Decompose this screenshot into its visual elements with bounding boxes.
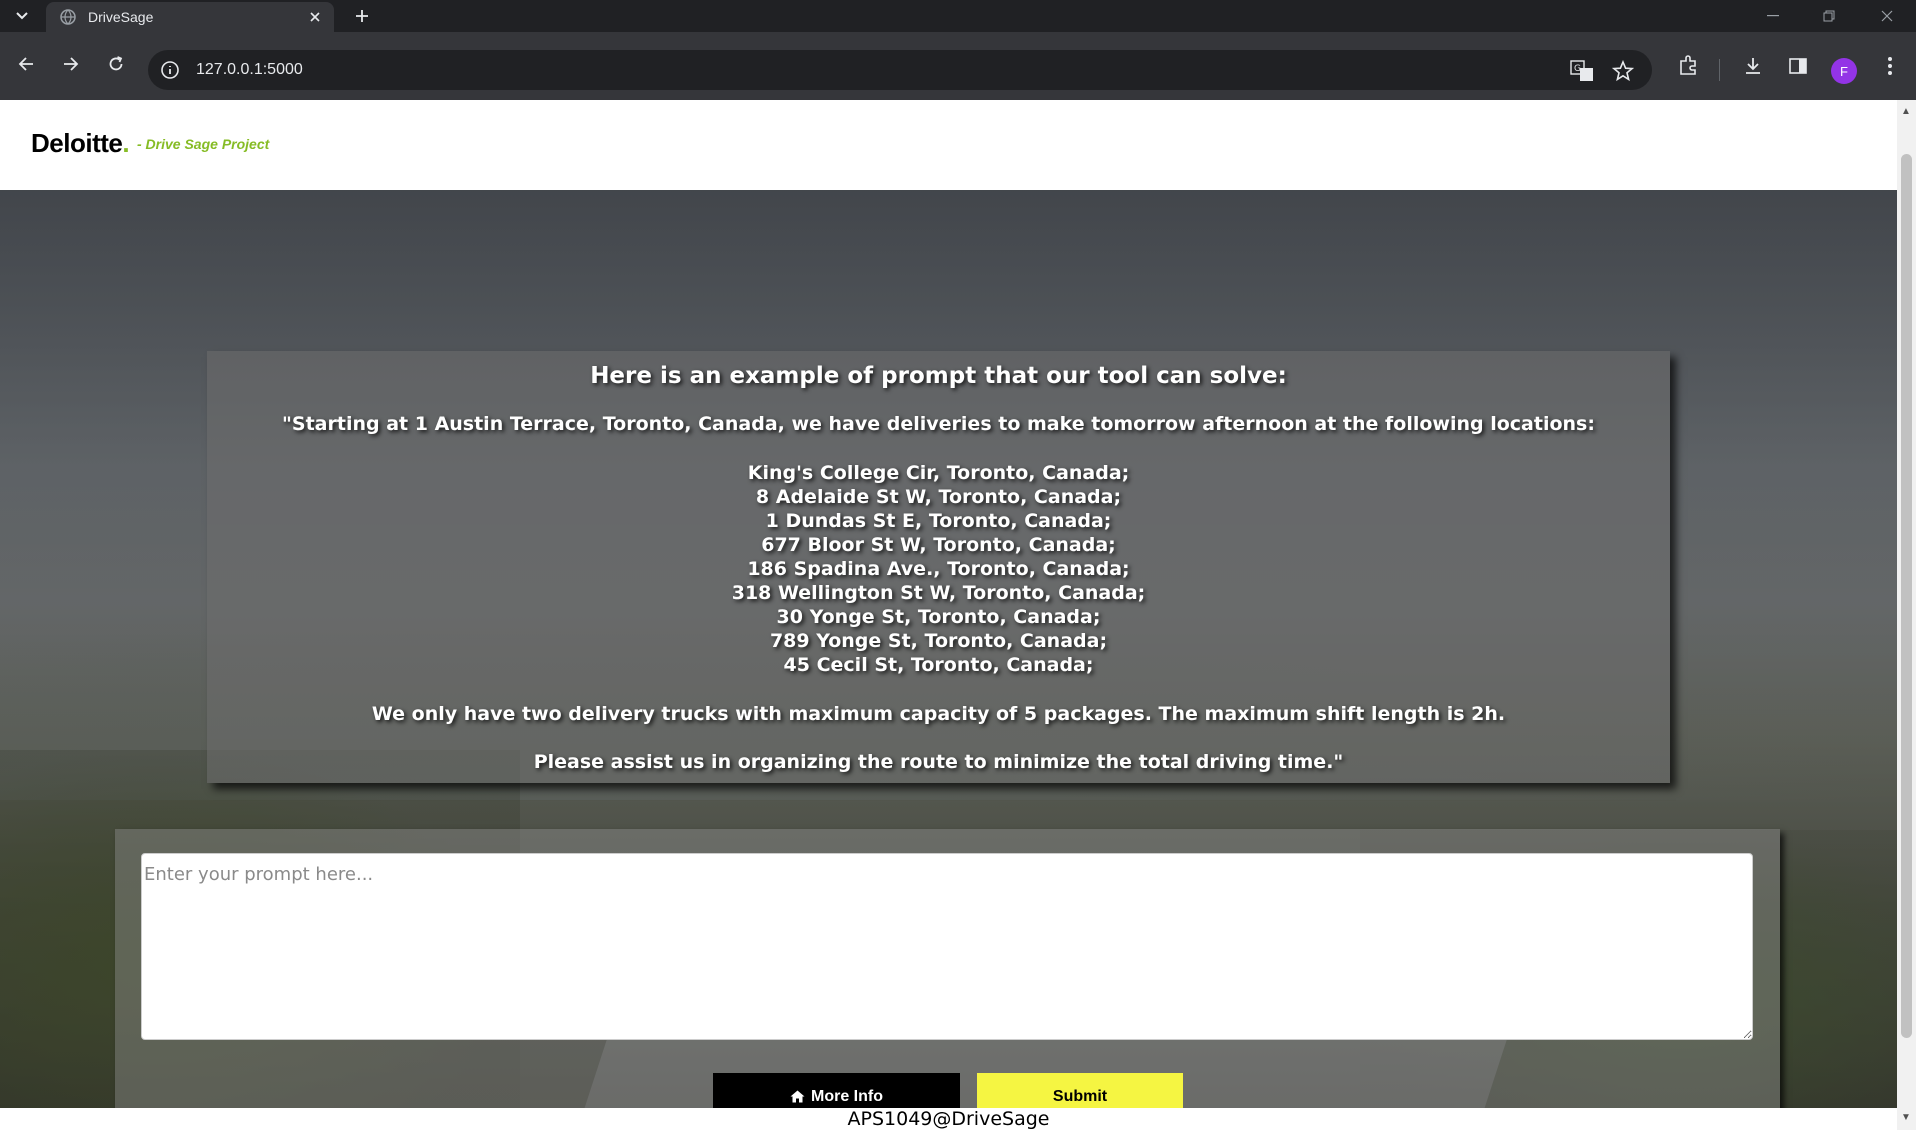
- more-info-label: More Info: [811, 1087, 883, 1105]
- scroll-up-arrow-icon[interactable]: ▲: [1901, 106, 1911, 117]
- browser-toolbar: 127.0.0.1:5000 G: [0, 32, 1916, 100]
- example-title: Here is an example of prompt that our to…: [590, 363, 1287, 389]
- deloitte-logo[interactable]: Deloitte.: [31, 128, 130, 159]
- scroll-thumb[interactable]: [1901, 154, 1912, 1038]
- logo-text: Deloitte: [31, 128, 123, 158]
- address-item: 30 Yonge St, Toronto, Canada;: [776, 606, 1101, 628]
- address-bar[interactable]: 127.0.0.1:5000 G: [148, 50, 1652, 90]
- svg-text:G: G: [1574, 64, 1581, 74]
- forward-icon[interactable]: [55, 48, 87, 80]
- url-text: 127.0.0.1:5000: [196, 61, 303, 78]
- address-item: 1 Dundas St E, Toronto, Canada;: [765, 510, 1112, 532]
- browser-tab-bar: DriveSage: [0, 0, 1916, 32]
- project-subtitle: - Drive Sage Project: [137, 136, 270, 152]
- translate-icon[interactable]: G: [1570, 60, 1594, 82]
- site-header: Deloitte. - Drive Sage Project: [0, 100, 1897, 190]
- tab-title: DriveSage: [88, 9, 154, 25]
- address-item: 318 Wellington St W, Toronto, Canada;: [731, 582, 1146, 604]
- tab-list-icon[interactable]: [8, 4, 36, 28]
- example-intro: "Starting at 1 Austin Terrace, Toronto, …: [282, 413, 1595, 435]
- browser-tab[interactable]: DriveSage: [46, 2, 334, 32]
- close-icon[interactable]: [306, 8, 324, 26]
- hero-section: Here is an example of prompt that our to…: [0, 190, 1897, 1108]
- reload-icon[interactable]: [100, 48, 132, 80]
- prompt-form: More Info Submit: [115, 829, 1780, 1108]
- example-constraints: We only have two delivery trucks with ma…: [371, 703, 1506, 725]
- site-info-icon[interactable]: [160, 60, 180, 80]
- address-item: 45 Cecil St, Toronto, Canada;: [783, 654, 1094, 676]
- minimize-icon[interactable]: [1750, 0, 1796, 32]
- address-item: 8 Adelaide St W, Toronto, Canada;: [755, 486, 1122, 508]
- globe-icon: [60, 9, 76, 25]
- page-scrollbar[interactable]: ▲ ▼: [1897, 100, 1916, 1130]
- profile-avatar[interactable]: F: [1831, 58, 1857, 84]
- close-window-icon[interactable]: [1864, 0, 1910, 32]
- restore-icon[interactable]: [1806, 0, 1852, 32]
- prompt-input[interactable]: [141, 853, 1753, 1040]
- page-viewport: Deloitte. - Drive Sage Project Here is a…: [0, 100, 1897, 1130]
- extensions-icon[interactable]: [1674, 52, 1702, 80]
- submit-button[interactable]: Submit: [977, 1073, 1183, 1108]
- page-footer: APS1049@DriveSage: [0, 1108, 1897, 1130]
- side-panel-icon[interactable]: [1784, 52, 1812, 80]
- download-icon[interactable]: [1739, 52, 1767, 80]
- address-item: King's College Cir, Toronto, Canada;: [747, 462, 1130, 484]
- example-prompt-box: Here is an example of prompt that our to…: [207, 351, 1670, 783]
- scroll-down-arrow-icon[interactable]: ▼: [1901, 1112, 1911, 1123]
- back-icon[interactable]: [10, 48, 42, 80]
- more-menu-icon[interactable]: [1876, 52, 1904, 80]
- address-list: King's College Cir, Toronto, Canada; 8 A…: [207, 461, 1670, 677]
- example-request: Please assist us in organizing the route…: [533, 751, 1344, 773]
- address-item: 186 Spadina Ave., Toronto, Canada;: [747, 558, 1130, 580]
- more-info-button[interactable]: More Info: [713, 1073, 960, 1108]
- home-icon: [790, 1090, 805, 1103]
- plus-icon[interactable]: [348, 4, 376, 28]
- address-item: 789 Yonge St, Toronto, Canada;: [769, 630, 1108, 652]
- bookmark-star-icon[interactable]: [1611, 59, 1636, 82]
- logo-dot: .: [122, 128, 130, 158]
- toolbar-separator: [1719, 59, 1720, 81]
- address-item: 677 Bloor St W, Toronto, Canada;: [761, 534, 1116, 556]
